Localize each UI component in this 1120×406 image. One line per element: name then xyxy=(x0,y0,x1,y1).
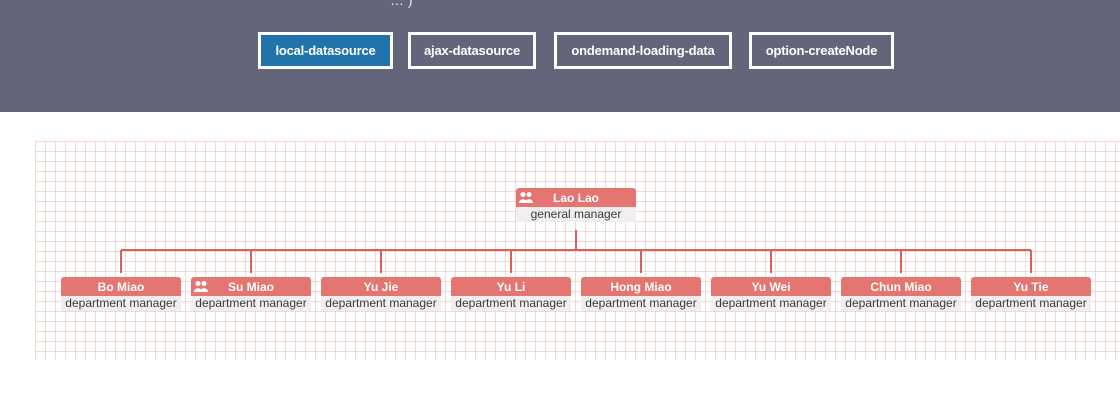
node-name: Lao Lao xyxy=(552,190,599,205)
ondemand-loading-data-button[interactable]: ondemand-loading-data xyxy=(554,32,732,69)
node-name: Chun Miao xyxy=(870,279,932,294)
option-createnode-button[interactable]: option-createNode xyxy=(749,32,894,69)
org-chart-connectors xyxy=(120,230,1032,273)
local-datasource-button[interactable]: local-datasource xyxy=(258,32,393,69)
node-name: Yu Tie xyxy=(1013,279,1049,294)
node-name: Su Miao xyxy=(227,279,274,294)
users-icon xyxy=(519,192,533,203)
users-icon xyxy=(194,281,208,292)
node-title-text: department manager xyxy=(581,296,701,311)
node-title-bar: Yu Jie xyxy=(321,277,441,296)
node-title-text: department manager xyxy=(451,296,571,311)
node-name: Yu Wei xyxy=(751,279,791,294)
node-name: Bo Miao xyxy=(97,279,145,294)
node-name: Yu Li xyxy=(496,279,526,294)
header-cut-text: … ) xyxy=(390,0,413,8)
node-title-text: general manager xyxy=(516,207,636,222)
org-node-root[interactable]: Lao Lao general manager xyxy=(516,188,636,222)
node-title-text: department manager xyxy=(971,296,1091,311)
org-node-yu-wei[interactable]: Yu Wei department manager xyxy=(711,277,831,311)
node-title-bar: Bo Miao xyxy=(61,277,181,296)
org-node-su-miao[interactable]: Su Miao department manager xyxy=(191,277,311,311)
node-title-text: department manager xyxy=(841,296,961,311)
node-title-text: department manager xyxy=(711,296,831,311)
node-title-bar: Yu Wei xyxy=(711,277,831,296)
node-title-bar: Su Miao xyxy=(191,277,311,296)
demo-header: … ) local-datasource ajax-datasource ond… xyxy=(0,0,1120,112)
node-title-text: department manager xyxy=(191,296,311,311)
node-title-bar: Chun Miao xyxy=(841,277,961,296)
org-node-hong-miao[interactable]: Hong Miao department manager xyxy=(581,277,701,311)
org-node-yu-tie[interactable]: Yu Tie department manager xyxy=(971,277,1091,311)
node-title-bar: Yu Li xyxy=(451,277,571,296)
org-node-yu-li[interactable]: Yu Li department manager xyxy=(451,277,571,311)
node-title-text: department manager xyxy=(61,296,181,311)
node-name: Hong Miao xyxy=(610,279,672,294)
node-title-bar: Lao Lao xyxy=(516,188,636,207)
node-title-bar: Hong Miao xyxy=(581,277,701,296)
node-title-text: department manager xyxy=(321,296,441,311)
org-node-chun-miao[interactable]: Chun Miao department manager xyxy=(841,277,961,311)
org-node-bo-miao[interactable]: Bo Miao department manager xyxy=(61,277,181,311)
node-title-bar: Yu Tie xyxy=(971,277,1091,296)
org-chart-container: Lao Lao general manager Bo Miao departme… xyxy=(35,141,1120,360)
org-node-yu-jie[interactable]: Yu Jie department manager xyxy=(321,277,441,311)
ajax-datasource-button[interactable]: ajax-datasource xyxy=(408,32,536,69)
node-name: Yu Jie xyxy=(363,279,399,294)
